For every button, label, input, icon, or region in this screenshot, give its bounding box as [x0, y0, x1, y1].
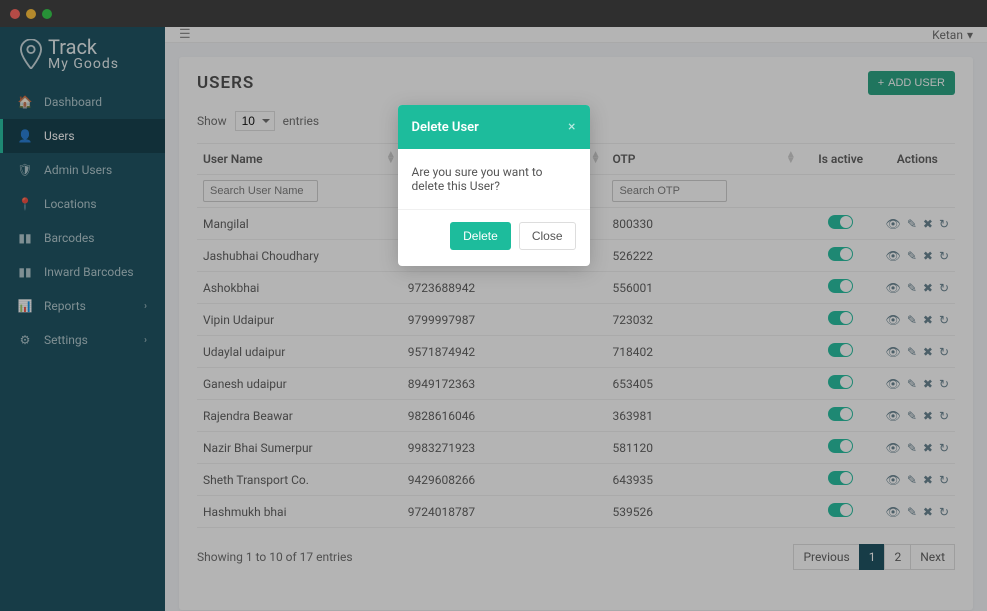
close-button[interactable]: Close [519, 222, 576, 250]
delete-user-modal: Delete User × Are you sure you want to d… [398, 105, 590, 266]
delete-button[interactable]: Delete [450, 222, 511, 250]
modal-overlay[interactable]: Delete User × Are you sure you want to d… [0, 0, 987, 611]
modal-message: Are you sure you want to delete this Use… [398, 149, 590, 209]
modal-close-icon[interactable]: × [568, 119, 575, 135]
modal-title: Delete User [412, 120, 479, 135]
